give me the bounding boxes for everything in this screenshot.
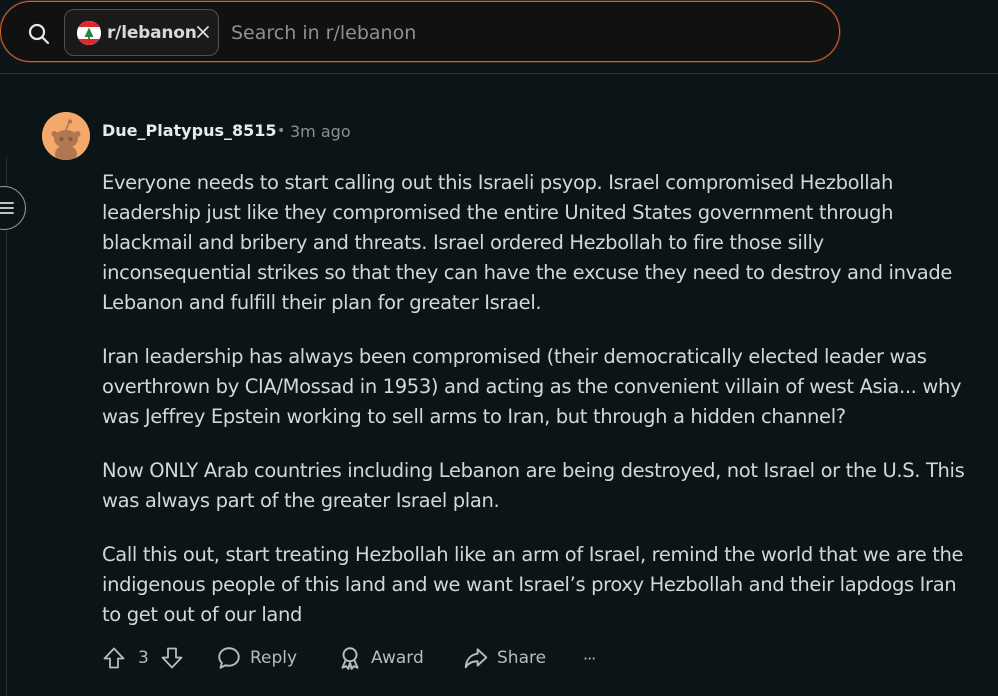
collapse-thread-icon	[0, 202, 14, 214]
speech-bubble-icon	[218, 647, 240, 669]
meta-separator: •	[277, 123, 286, 139]
comment-paragraph: Call this out, start treating Hezbollah …	[102, 543, 964, 626]
collapse-thread-button[interactable]	[0, 186, 26, 230]
comment-paragraph: Now ONLY Arab countries including Lebano…	[102, 459, 965, 512]
vote-score: 3	[138, 648, 149, 668]
share-button[interactable]: Share	[463, 640, 546, 676]
upvote-arrow-icon	[103, 647, 125, 669]
comment-timestamp: 3m ago	[290, 122, 351, 141]
downvote-button[interactable]	[160, 640, 184, 676]
top-bar: r/lebanon	[0, 0, 998, 74]
search-icon[interactable]	[27, 22, 51, 46]
search-bar[interactable]: r/lebanon	[0, 1, 840, 62]
community-chip-label: r/lebanon	[107, 23, 197, 43]
reply-button[interactable]: Reply	[216, 640, 297, 676]
search-input[interactable]	[231, 18, 791, 48]
comment-author[interactable]: Due_Platypus_8515	[102, 121, 277, 140]
more-options-button[interactable]: ···	[583, 640, 596, 676]
upvote-button[interactable]	[102, 640, 126, 676]
ellipsis-icon: ···	[583, 648, 596, 668]
thread-line	[6, 157, 7, 696]
award-button[interactable]: Award	[337, 640, 424, 676]
community-avatar-icon	[77, 21, 101, 45]
reply-label: Reply	[250, 648, 298, 668]
award-ribbon-icon	[341, 647, 359, 670]
comment-body: Everyone needs to start calling out this…	[102, 168, 974, 654]
close-icon[interactable]	[195, 24, 211, 40]
comment-action-bar: 3 Reply Award Share ···	[102, 640, 622, 676]
share-label: Share	[497, 648, 547, 668]
award-label: Award	[371, 648, 424, 668]
comment-paragraph: Everyone needs to start calling out this…	[102, 171, 953, 314]
share-arrow-icon	[464, 648, 488, 669]
comment-paragraph: Iran leadership has always been compromi…	[102, 345, 962, 428]
snoo-avatar-icon[interactable]	[42, 112, 90, 160]
downvote-arrow-icon	[161, 647, 183, 669]
community-filter-chip[interactable]: r/lebanon	[64, 9, 219, 56]
